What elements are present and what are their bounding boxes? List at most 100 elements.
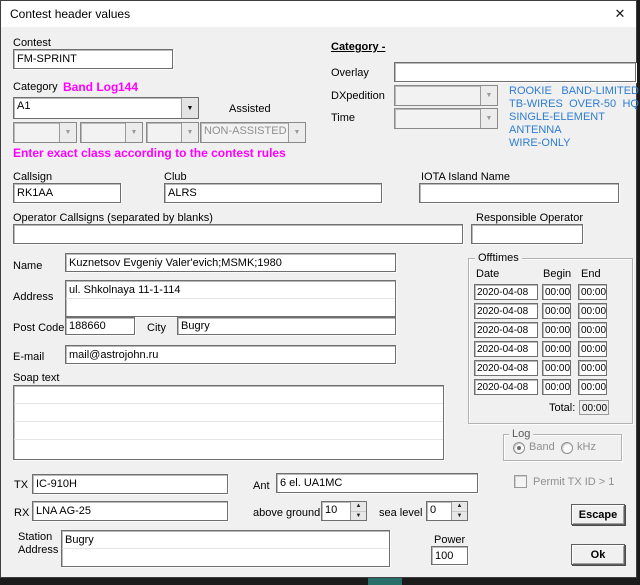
chevron-down-icon[interactable]: ▼ [480,109,497,128]
operators-input[interactable] [13,224,463,244]
offtime-begin-input[interactable]: 00:00 [542,284,571,300]
rx-input[interactable] [32,501,228,521]
soap-line-input[interactable] [14,422,443,440]
offtime-date-input[interactable]: 2020-04-08 [474,379,538,395]
city-input[interactable] [177,317,396,335]
overlay-input[interactable] [394,62,636,82]
ant-input[interactable] [276,473,478,493]
address-box[interactable] [65,280,396,317]
offtime-begin-input[interactable]: 00:00 [542,360,571,376]
dialog-title: Contest header values [10,7,130,21]
offtime-date-input[interactable]: 2020-04-08 [474,322,538,338]
chevron-down-icon[interactable]: ▼ [181,123,198,142]
offtime-end-input[interactable]: 00:00 [578,322,607,338]
close-icon[interactable]: ✕ [604,1,636,27]
club-input[interactable] [164,183,382,203]
log-band-radio[interactable] [513,442,525,454]
category-panel-title: Category - [331,41,385,53]
soap-text-box[interactable] [13,385,444,460]
offtime-date-input[interactable]: 2020-04-08 [474,303,538,319]
ant-label: Ant [253,480,270,492]
station-address-line2-input[interactable] [62,549,389,566]
category-class-combo[interactable]: A1 ▼ [13,97,199,119]
chevron-down-icon[interactable]: ▼ [288,123,305,142]
post-code-input[interactable] [65,317,135,335]
chevron-down-icon[interactable]: ▼ [181,98,198,118]
offtime-end-input[interactable]: 00:00 [578,379,607,395]
name-input[interactable] [65,253,396,272]
soap-line-input[interactable] [14,404,443,422]
chevron-down-icon[interactable]: ▼ [480,86,497,105]
email-input[interactable] [65,345,396,364]
category-sub1-combo[interactable]: ▼ [13,122,77,143]
offtime-end-input[interactable]: 00:00 [578,341,607,357]
offtimes-col-date: Date [476,268,499,280]
offtimes-total-label: Total: [549,402,575,414]
escape-button[interactable]: Escape [571,504,625,525]
offtime-date-input[interactable]: 2020-04-08 [474,341,538,357]
soap-text-label: Soap text [13,372,59,384]
post-code-label: Post Code [13,322,64,334]
time-label: Time [331,112,355,124]
band-log-label: Band Log [63,80,118,94]
offtime-begin-input[interactable]: 00:00 [542,341,571,357]
dxpedition-label: DXpedition [331,90,385,102]
category-option-line: WIRE-ONLY [509,137,639,150]
contest-label: Contest [13,37,51,49]
above-ground-label: above ground [253,507,320,519]
screen-background: Contest header values ✕ Contest Category… [0,0,640,585]
assisted-combo[interactable]: NON-ASSISTED ▼ [200,122,306,143]
log-band-label: Band [529,441,555,453]
category-option-line: ROOKIE BAND-LIMITED [509,85,639,98]
band-value-label: 144 [118,80,138,94]
address-label: Address [13,291,53,303]
chevron-down-icon[interactable]: ▼ [59,123,76,142]
responsible-operator-label: Responsible Operator [476,212,583,224]
iota-input[interactable] [419,183,619,203]
offtime-end-input[interactable]: 00:00 [578,284,607,300]
log-khz-radio[interactable] [561,442,573,454]
contest-input[interactable] [13,49,173,69]
spin-down-icon[interactable]: ▼ [351,512,366,521]
offtime-date-input[interactable]: 2020-04-08 [474,360,538,376]
responsible-operator-input[interactable] [471,224,583,244]
power-input[interactable] [431,546,468,565]
soap-line-input[interactable] [14,386,443,404]
category-sub2-combo[interactable]: ▼ [80,122,143,143]
offtime-date-input[interactable]: 2020-04-08 [474,284,538,300]
soap-line-input[interactable] [14,440,443,457]
sea-level-stepper[interactable]: 0 ▲ ▼ [426,501,468,521]
spin-down-icon[interactable]: ▼ [452,512,467,521]
time-value [395,109,480,128]
rx-label: RX [14,507,29,519]
power-label: Power [434,534,465,546]
station-address-line1-input[interactable] [62,531,389,549]
offtime-end-input[interactable]: 00:00 [578,303,607,319]
address-line1-input[interactable] [66,281,395,299]
offtime-begin-input[interactable]: 00:00 [542,379,571,395]
city-label: City [147,322,166,334]
log-group-title: Log [509,428,533,440]
address-line2-input[interactable] [66,299,395,316]
station-address-box[interactable] [61,530,390,567]
spin-up-icon[interactable]: ▲ [351,502,366,512]
background-app-fragment [368,578,402,585]
assisted-label: Assisted [229,103,271,115]
callsign-input[interactable] [13,183,121,203]
category-sub3-combo[interactable]: ▼ [146,122,199,143]
permit-txid-label: Permit TX ID > 1 [533,476,614,488]
above-ground-stepper[interactable]: 10 ▲ ▼ [321,501,367,521]
dxpedition-combo[interactable]: ▼ [394,85,498,106]
ok-button[interactable]: Ok [571,544,625,565]
permit-txid-checkbox[interactable] [514,475,527,488]
offtime-end-input[interactable]: 00:00 [578,360,607,376]
spin-up-icon[interactable]: ▲ [452,502,467,512]
tx-input[interactable] [32,474,228,494]
offtime-begin-input[interactable]: 00:00 [542,322,571,338]
time-combo[interactable]: ▼ [394,108,498,129]
chevron-down-icon[interactable]: ▼ [125,123,142,142]
titlebar[interactable]: Contest header values ✕ [1,1,636,27]
category-options-list: ROOKIE BAND-LIMITED TB-WIRES OVER-50 HQ … [509,85,639,150]
offtime-begin-input[interactable]: 00:00 [542,303,571,319]
offtimes-title: Offtimes [475,252,522,264]
